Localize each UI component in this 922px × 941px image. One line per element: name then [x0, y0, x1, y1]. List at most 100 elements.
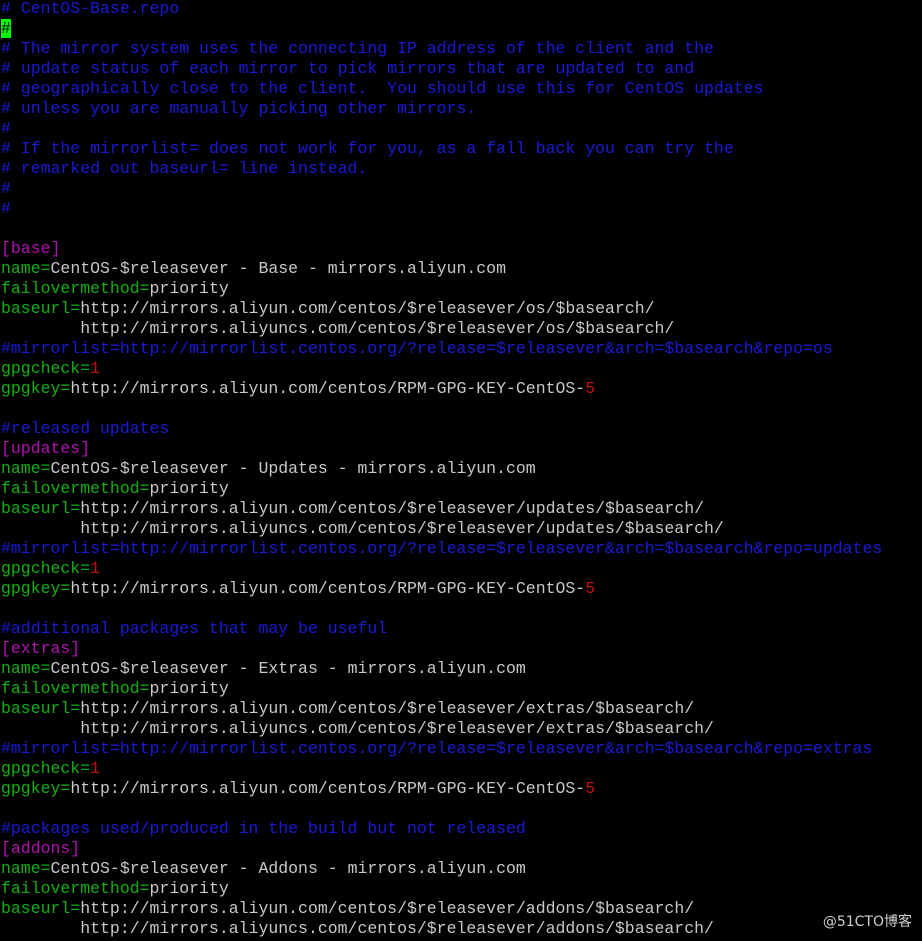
syntax-key-text: name= [1, 859, 51, 878]
syntax-number-text: 1 [90, 359, 101, 378]
syntax-key-text: baseurl= [1, 899, 81, 918]
syntax-key-text: failovermethod= [1, 479, 150, 498]
syntax-value-text: CentOS-$releasever - Addons - mirrors.al… [50, 859, 526, 878]
syntax-value-text: http://mirrors.aliyun.com/centos/RPM-GPG… [70, 579, 586, 598]
editor-line: [base] [1, 239, 921, 259]
syntax-key-text: failovermethod= [1, 679, 150, 698]
editor-line: baseurl=http://mirrors.aliyun.com/centos… [1, 899, 921, 919]
editor-line: # [1, 119, 921, 139]
editor-line: # [1, 179, 921, 199]
editor-line: # remarked out baseurl= line instead. [1, 159, 921, 179]
editor-line: http://mirrors.aliyuncs.com/centos/$rele… [1, 519, 921, 539]
editor-line: baseurl=http://mirrors.aliyun.com/centos… [1, 299, 921, 319]
syntax-value-text: priority [149, 679, 229, 698]
syntax-comment-text: # The mirror system uses the connecting … [1, 39, 714, 58]
syntax-number-text: 1 [90, 759, 101, 778]
editor-line: #released updates [1, 419, 921, 439]
syntax-key-text: failovermethod= [1, 879, 150, 898]
syntax-value-text: http://mirrors.aliyun.com/centos/$releas… [80, 299, 655, 318]
text-cursor: # [1, 19, 11, 38]
syntax-section-text: [updates] [1, 439, 91, 458]
editor-line: failovermethod=priority [1, 479, 921, 499]
editor-line: # [1, 19, 921, 39]
syntax-comment-text: # remarked out baseurl= line instead. [1, 159, 368, 178]
syntax-value-text: http://mirrors.aliyun.com/centos/RPM-GPG… [70, 379, 586, 398]
syntax-section-text: [extras] [1, 639, 81, 658]
editor-line: # If the mirrorlist= does not work for y… [1, 139, 921, 159]
syntax-number-text: 1 [90, 559, 101, 578]
editor-line: name=CentOS-$releasever - Extras - mirro… [1, 659, 921, 679]
syntax-value-text: http://mirrors.aliyuncs.com/centos/$rele… [1, 519, 724, 538]
editor-line: name=CentOS-$releasever - Updates - mirr… [1, 459, 921, 479]
editor-line: gpgcheck=1 [1, 759, 921, 779]
editor-line: # unless you are manually picking other … [1, 99, 921, 119]
syntax-comment-text: # [1, 119, 11, 138]
syntax-value-text: http://mirrors.aliyun.com/centos/$releas… [80, 699, 695, 718]
editor-line: http://mirrors.aliyuncs.com/centos/$rele… [1, 319, 921, 339]
syntax-comment-text: #released updates [1, 419, 170, 438]
syntax-comment-text: # If the mirrorlist= does not work for y… [1, 139, 734, 158]
syntax-value-text: http://mirrors.aliyuncs.com/centos/$rele… [1, 919, 714, 938]
syntax-section-text: [base] [1, 239, 61, 258]
editor-line: # CentOS-Base.repo [1, 0, 921, 19]
syntax-value-text: http://mirrors.aliyun.com/centos/$releas… [80, 899, 695, 918]
syntax-key-text: baseurl= [1, 299, 81, 318]
editor-line: # The mirror system uses the connecting … [1, 39, 921, 59]
watermark: @51CTO博客 [822, 914, 912, 930]
editor-line: baseurl=http://mirrors.aliyun.com/centos… [1, 499, 921, 519]
editor-line: gpgkey=http://mirrors.aliyun.com/centos/… [1, 379, 921, 399]
editor-line: baseurl=http://mirrors.aliyun.com/centos… [1, 699, 921, 719]
syntax-comment-text: #additional packages that may be useful [1, 619, 388, 638]
syntax-value-text: http://mirrors.aliyuncs.com/centos/$rele… [1, 719, 714, 738]
syntax-value-text: http://mirrors.aliyuncs.com/centos/$rele… [1, 319, 675, 338]
syntax-comment-text: # update status of each mirror to pick m… [1, 59, 695, 78]
editor-line: gpgcheck=1 [1, 559, 921, 579]
editor-line: #packages used/produced in the build but… [1, 819, 921, 839]
syntax-comment-text: # geographically close to the client. Yo… [1, 79, 764, 98]
editor-line: http://mirrors.aliyuncs.com/centos/$rele… [1, 919, 921, 939]
editor-line: name=CentOS-$releasever - Base - mirrors… [1, 259, 921, 279]
editor-line: failovermethod=priority [1, 279, 921, 299]
editor-line: # update status of each mirror to pick m… [1, 59, 921, 79]
syntax-key-text: baseurl= [1, 499, 81, 518]
syntax-number-text: 5 [585, 779, 596, 798]
syntax-comment-text: # unless you are manually picking other … [1, 99, 477, 118]
syntax-value-text: http://mirrors.aliyun.com/centos/$releas… [80, 499, 705, 518]
syntax-section-text: [addons] [1, 839, 81, 858]
editor-line: # geographically close to the client. Yo… [1, 79, 921, 99]
editor-line: #additional packages that may be useful [1, 619, 921, 639]
syntax-comment-text: # [1, 199, 11, 218]
syntax-key-text: failovermethod= [1, 279, 150, 298]
terminal-editor-buffer[interactable]: # CentOS-Base.repo # # The mirror system u… [1, 0, 921, 939]
syntax-key-text: gpgkey= [1, 779, 71, 798]
syntax-value-text: CentOS-$releasever - Base - mirrors.aliy… [50, 259, 506, 278]
syntax-key-text: gpgkey= [1, 579, 71, 598]
editor-line: gpgkey=http://mirrors.aliyun.com/centos/… [1, 779, 921, 799]
syntax-comment-text: #mirrorlist=http://mirrorlist.centos.org… [1, 739, 873, 758]
editor-line: #mirrorlist=http://mirrorlist.centos.org… [1, 739, 921, 759]
syntax-value-text: CentOS-$releasever - Updates - mirrors.a… [50, 459, 536, 478]
syntax-number-text: 5 [585, 379, 596, 398]
syntax-number-text: 5 [585, 579, 596, 598]
editor-line: http://mirrors.aliyuncs.com/centos/$rele… [1, 719, 921, 739]
syntax-key-text: baseurl= [1, 699, 81, 718]
syntax-value-text: priority [149, 479, 229, 498]
editor-line: [addons] [1, 839, 921, 859]
syntax-comment-text: # CentOS-Base.repo [1, 0, 180, 18]
editor-line: gpgkey=http://mirrors.aliyun.com/centos/… [1, 579, 921, 599]
syntax-key-text: name= [1, 459, 51, 478]
syntax-comment-text: #packages used/produced in the build but… [1, 819, 526, 838]
syntax-key-text: name= [1, 659, 51, 678]
syntax-comment-text: # [1, 179, 11, 198]
syntax-value-text: priority [149, 279, 229, 298]
syntax-key-text: gpgkey= [1, 379, 71, 398]
syntax-key-text: gpgcheck= [1, 559, 91, 578]
editor-line: #mirrorlist=http://mirrorlist.centos.org… [1, 539, 921, 559]
syntax-key-text: name= [1, 259, 51, 278]
syntax-value-text: CentOS-$releasever - Extras - mirrors.al… [50, 659, 526, 678]
syntax-key-text: gpgcheck= [1, 759, 91, 778]
syntax-key-text: gpgcheck= [1, 359, 91, 378]
